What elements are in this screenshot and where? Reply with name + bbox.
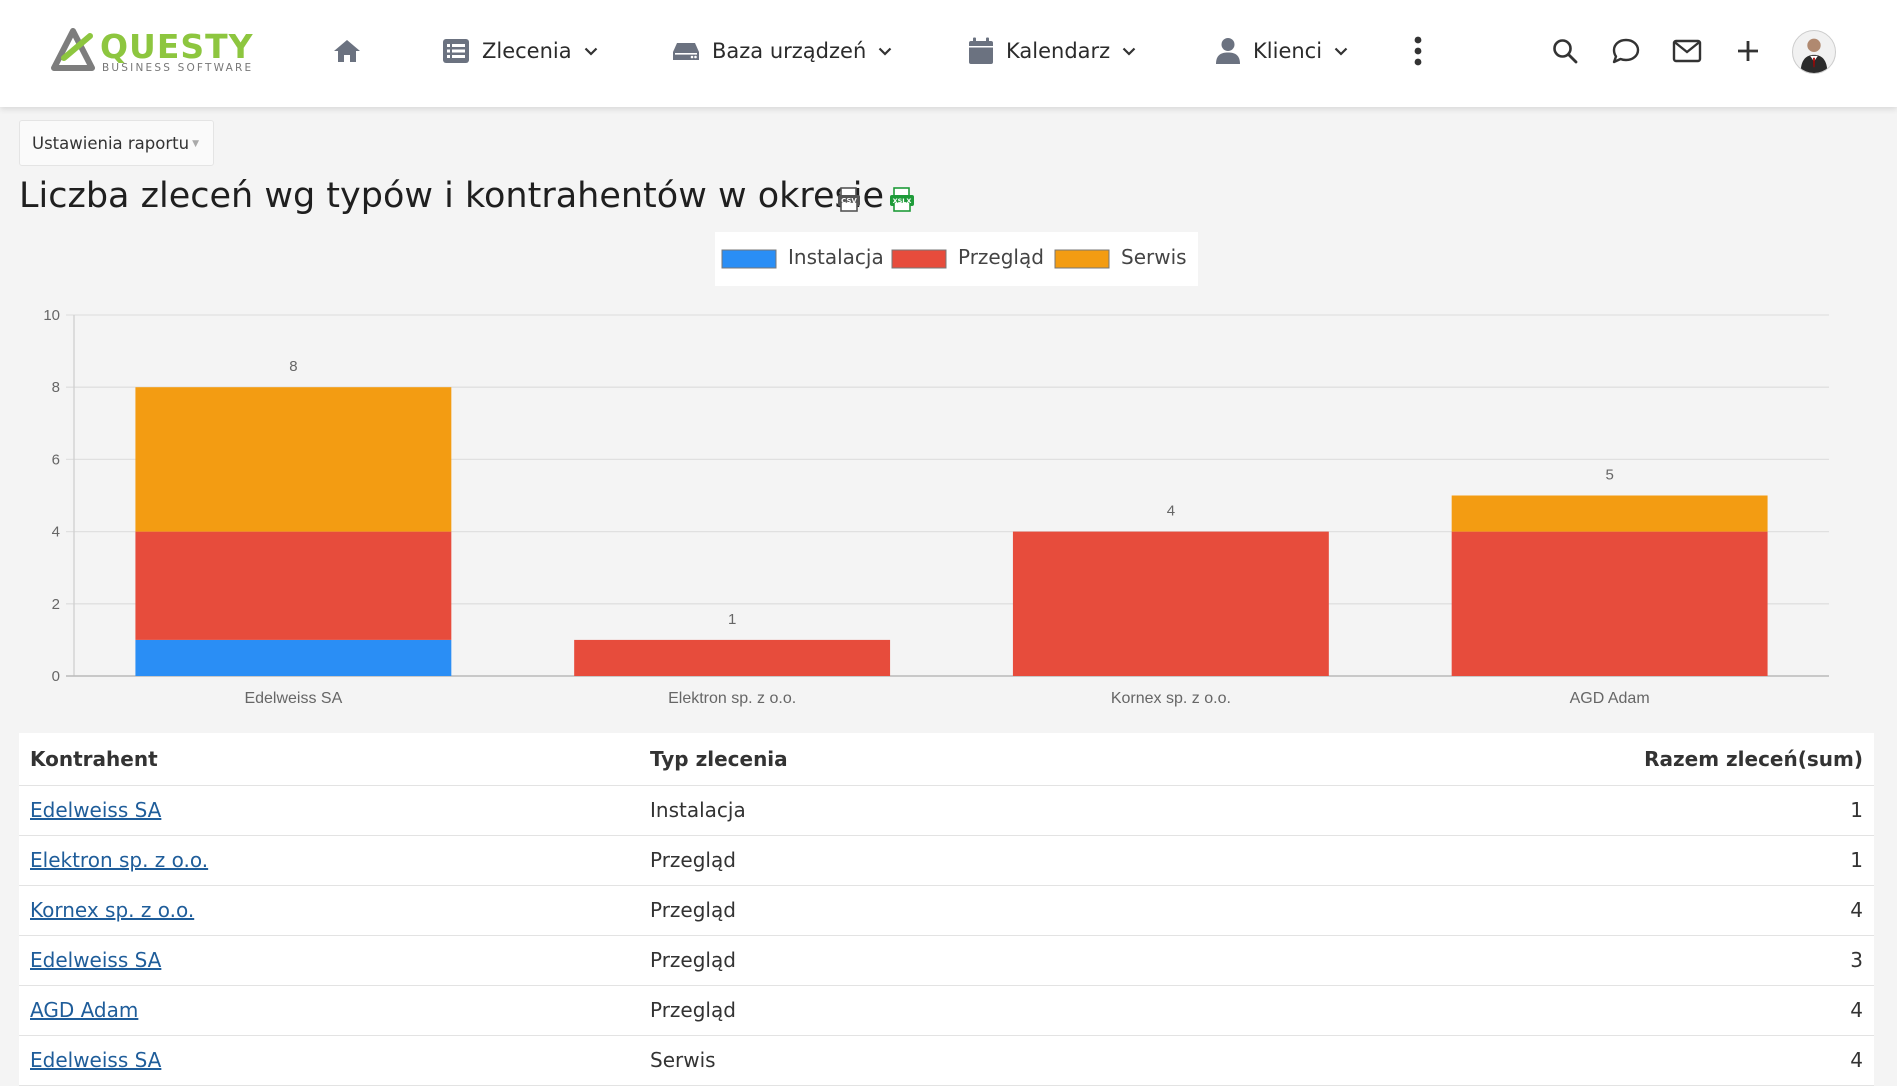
caret-down-icon: ▼ [192,139,199,149]
top-navbar: QUESTY BUSINESS SOFTWARE Zlecenia Baza u… [0,0,1897,107]
total-cell: 3 [1131,935,1874,986]
legend-swatch [1054,249,1110,269]
report-settings-button[interactable]: Ustawienia raportu ▼ [19,120,214,166]
order-type-cell: Przegląd [639,985,1132,1036]
chevron-down-icon [878,47,892,56]
y-tick-label: 0 [52,668,60,685]
header-total[interactable]: Razem zleceń(sum) [1131,733,1874,786]
bar-total-label: 5 [1605,467,1613,484]
chevron-down-icon [1122,47,1136,56]
header-order-type[interactable]: Typ zlecenia [639,733,1132,786]
bar-segment [135,387,452,532]
csv-icon[interactable]: CSV [836,186,862,216]
contractor-link[interactable]: AGD Adam [30,998,138,1022]
bar-segment [1451,531,1768,676]
list-icon [443,39,469,63]
nav-kalendarz[interactable]: Kalendarz [968,30,1136,72]
contractor-link[interactable]: Kornex sp. z o.o. [30,898,194,922]
order-type-cell: Przegląd [639,885,1132,936]
y-tick-label: 2 [52,596,60,613]
nav-zlecenia-label: Zlecenia [482,39,572,63]
x-tick-label: Elektron sp. z o.o. [668,690,796,707]
bar-segment [135,531,452,640]
nav-kalendarz-label: Kalendarz [1006,39,1111,63]
total-cell: 4 [1131,985,1874,1036]
stacked-bar-chart: Instalacja Przegląd Serwis 0 2 4 6 8 10 8 Edelweis… [43,232,1829,707]
bar-segment [1012,531,1329,676]
user-icon [1216,38,1240,64]
nav-klienci[interactable]: Klienci [1215,30,1348,72]
nav-zlecenia[interactable]: Zlecenia [442,30,598,72]
orders-chart: Instalacja Przegląd Serwis 0 2 4 6 8 10 8 Edelweis… [19,230,1879,720]
header-contractor[interactable]: Kontrahent [19,733,639,786]
contractor-link[interactable]: Edelweiss SA [30,1048,161,1072]
table-row: Edelweiss SA Instalacja 1 [19,785,1874,836]
xslx-icon[interactable]: XSLX [888,186,916,216]
x-tick-label: AGD Adam [1570,690,1650,707]
contractor-link[interactable]: Edelweiss SA [30,798,161,822]
chevron-down-icon [584,47,597,56]
nav-baza-urzadzen-label: Baza urządzeń [712,39,867,63]
y-tick-label: 8 [52,379,60,396]
table-row: Edelweiss SA Przegląd 3 [19,935,1874,986]
total-cell: 1 [1131,835,1874,886]
bar-total-label: 4 [1167,503,1175,520]
avatar[interactable] [1792,30,1836,74]
page-title: Liczba zleceń wg typów i kontrahentów w … [19,176,885,216]
bar-segment [574,639,891,676]
table-header-row: Kontrahent Typ zlecenia Razem zleceń(sum… [19,733,1874,786]
legend-label: Instalacja [788,245,884,269]
brand-tagline: BUSINESS SOFTWARE [102,62,254,74]
legend-swatch [891,249,947,269]
calendar-icon [969,37,993,64]
table-row: Edelweiss SA Serwis 4 [19,1035,1874,1086]
chat-icon[interactable] [1610,36,1642,66]
order-type-cell: Przegląd [639,835,1132,886]
total-cell: 4 [1131,885,1874,936]
legend-label: Przegląd [958,245,1044,269]
questy-logo[interactable]: QUESTY BUSINESS SOFTWARE [50,28,290,78]
order-type-cell: Przegląd [639,935,1132,986]
chevron-down-icon [1334,47,1348,56]
mail-icon[interactable] [1671,36,1703,66]
nav-klienci-label: Klienci [1253,39,1323,63]
legend-label: Serwis [1121,245,1187,269]
home-icon[interactable] [330,36,364,66]
svg-text:XSLX: XSLX [893,197,912,205]
bar-total-label: 1 [728,611,736,628]
bar-segment [135,639,452,676]
table-row: Kornex sp. z o.o. Przegląd 4 [19,885,1874,936]
search-icon[interactable] [1550,36,1580,66]
bar-total-label: 8 [289,358,297,375]
more-vertical-icon[interactable] [1408,34,1428,68]
device-icon [673,43,699,60]
report-table: Kontrahent Typ zlecenia Razem zleceń(sum… [19,733,1874,1086]
report-settings-label: Ustawienia raportu [32,133,190,153]
total-cell: 1 [1131,785,1874,836]
brand-name: QUESTY [100,27,254,66]
y-tick-label: 10 [43,307,60,324]
svg-text:CSV: CSV [841,197,857,205]
bar-segment [1451,495,1768,532]
contractor-link[interactable]: Elektron sp. z o.o. [30,848,208,872]
order-type-cell: Instalacja [639,785,1132,836]
x-tick-label: Edelweiss SA [244,690,342,707]
logo-mark-icon [51,28,95,71]
y-tick-label: 4 [52,524,60,541]
contractor-link[interactable]: Edelweiss SA [30,948,161,972]
table-row: AGD Adam Przegląd 4 [19,985,1874,1036]
plus-icon[interactable] [1733,36,1763,66]
nav-baza-urzadzen[interactable]: Baza urządzeń [672,30,892,72]
table-row: Elektron sp. z o.o. Przegląd 1 [19,835,1874,886]
total-cell: 4 [1131,1035,1874,1086]
x-tick-label: Kornex sp. z o.o. [1111,690,1231,707]
y-tick-label: 6 [52,451,60,468]
legend-swatch [721,249,777,269]
order-type-cell: Serwis [639,1035,1132,1086]
